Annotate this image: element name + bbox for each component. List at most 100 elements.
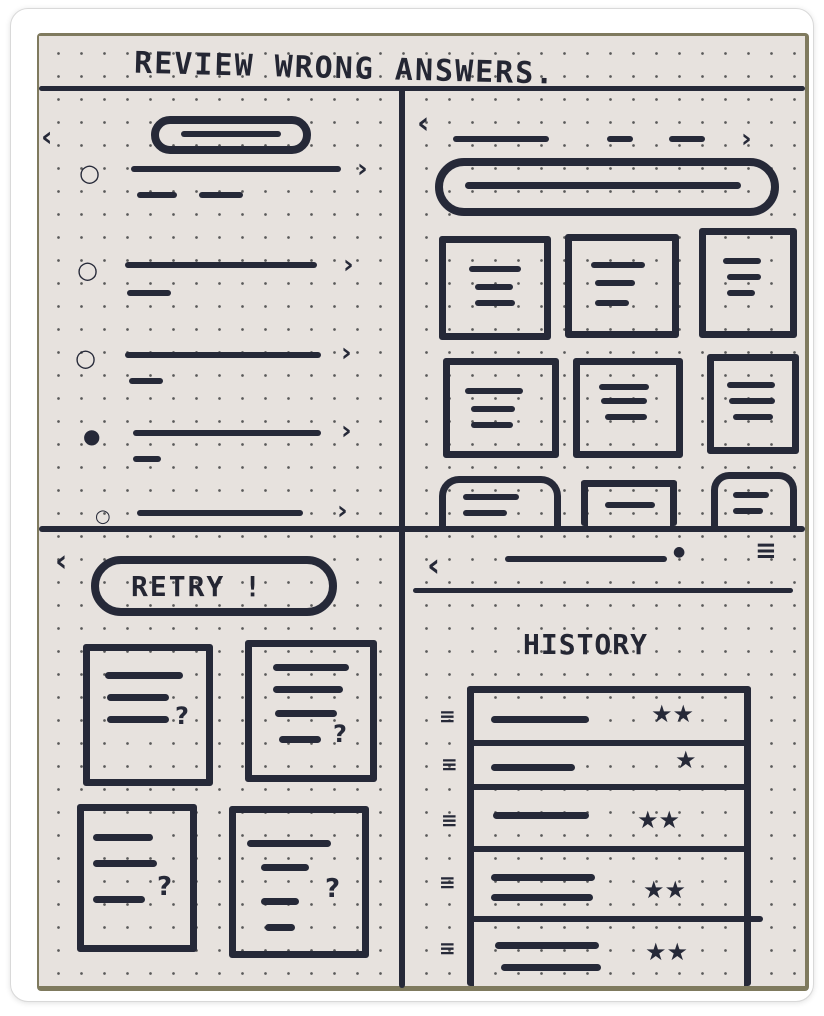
back-chevron-icon[interactable]: ‹ — [55, 544, 67, 579]
card-text-line — [733, 492, 769, 498]
history-title: HISTORY — [523, 628, 649, 661]
card-text-line — [463, 494, 519, 500]
card-text-line — [475, 284, 513, 290]
question-card-line — [279, 736, 321, 743]
history-row-divider — [471, 916, 763, 922]
row-handle-icon: ≡ — [439, 704, 456, 728]
header-dot-icon: ● — [673, 544, 686, 560]
question-card-line — [275, 710, 337, 717]
question-card-line — [261, 898, 299, 905]
question-mark-icon: ? — [175, 702, 189, 730]
history-row-line — [491, 894, 593, 901]
card-text-line — [601, 398, 647, 404]
question-card-line — [273, 686, 343, 693]
card-text-line — [471, 406, 515, 412]
history-table — [467, 686, 751, 986]
history-row-divider — [471, 740, 751, 746]
question-card-line — [105, 672, 183, 679]
question-card-line — [93, 860, 157, 867]
sketch-title: REVIEW WRONG ANSWERS. — [133, 45, 556, 92]
star-icon: ★ — [675, 746, 697, 774]
question-mark-icon: ? — [333, 720, 347, 748]
list-item-meta-line — [133, 456, 161, 462]
card-text-line — [463, 510, 507, 516]
question-card-line — [107, 716, 169, 723]
question-card-line — [261, 864, 309, 871]
list-item-meta-line — [137, 192, 177, 198]
question-card-line — [93, 896, 145, 903]
list-item-title-line — [131, 166, 341, 172]
card-text-line — [727, 290, 755, 296]
header-title-line — [505, 556, 667, 562]
next-chevron-icon[interactable]: › — [337, 496, 348, 526]
question-card[interactable] — [77, 804, 197, 952]
card-text-line — [605, 502, 655, 508]
card-text-line — [727, 274, 761, 280]
list-item-bullet-icon: ○ — [75, 344, 96, 372]
next-chevron-icon[interactable]: › — [357, 154, 368, 184]
next-chevron-icon[interactable]: › — [341, 416, 352, 446]
hamburger-menu-icon[interactable]: ≡ — [755, 536, 777, 566]
card[interactable] — [707, 354, 799, 454]
card-text-line — [591, 262, 645, 268]
list-item-meta-line — [199, 192, 243, 198]
history-row-line — [493, 812, 589, 819]
next-chevron-icon[interactable]: › — [341, 338, 352, 368]
row-handle-icon: ≡ — [439, 936, 456, 960]
retry-button-label: RETRY ! — [131, 570, 264, 603]
list-item-title-line — [125, 352, 321, 358]
star-icon: ★★ — [651, 700, 695, 728]
history-row-line — [501, 964, 601, 971]
next-chevron-icon[interactable]: › — [741, 124, 752, 154]
question-mark-icon: ? — [325, 874, 341, 904]
back-chevron-icon[interactable]: ‹ — [417, 106, 429, 141]
star-icon: ★★ — [643, 876, 687, 904]
title-divider — [39, 86, 805, 91]
history-row-line — [495, 942, 599, 949]
question-card-line — [107, 694, 169, 701]
card[interactable] — [439, 476, 561, 526]
question-card[interactable] — [83, 644, 213, 786]
list-item-bullet-icon: ● — [83, 424, 101, 448]
card[interactable] — [573, 358, 683, 458]
card-text-line — [723, 258, 761, 264]
card[interactable] — [699, 228, 797, 338]
list-item-meta-line — [129, 378, 163, 384]
back-chevron-icon[interactable]: ‹ — [427, 546, 440, 584]
card[interactable] — [711, 472, 797, 526]
next-chevron-icon[interactable]: › — [343, 250, 354, 280]
search-bar-text-line — [465, 182, 741, 189]
history-row-line — [491, 874, 595, 881]
row-handle-icon: ≡ — [441, 752, 458, 776]
breadcrumb-line — [453, 136, 549, 142]
question-mark-icon: ? — [157, 872, 173, 902]
card-text-line — [595, 280, 635, 286]
card-text-line — [727, 382, 775, 388]
star-icon: ★★ — [645, 938, 689, 966]
history-row-line — [491, 764, 575, 771]
horizontal-divider — [39, 526, 805, 532]
card-text-line — [595, 300, 629, 306]
list-item-title-line — [125, 262, 317, 268]
history-row-divider — [471, 846, 751, 852]
list-item-meta-line — [127, 290, 171, 296]
sketch-paper: REVIEW WRONG ANSWERS. ‹ ○ › ○ › ○ › ● › … — [39, 36, 805, 988]
sketch-photo: REVIEW WRONG ANSWERS. ‹ ○ › ○ › ○ › ● › … — [37, 33, 809, 991]
row-handle-icon: ≡ — [441, 808, 458, 832]
card-text-line — [471, 422, 513, 428]
card[interactable] — [565, 234, 679, 338]
list-item-bullet-icon: ○ — [79, 159, 100, 187]
card-text-line — [469, 266, 521, 272]
card-text-line — [605, 414, 647, 420]
list-item-title-line — [137, 510, 303, 516]
question-card[interactable] — [229, 806, 369, 958]
list-item-bullet-icon: ○ — [95, 506, 111, 527]
back-chevron-icon[interactable]: ‹ — [41, 120, 53, 153]
history-row-divider — [471, 784, 751, 790]
list-item-title-line — [133, 430, 321, 436]
question-card-line — [93, 834, 153, 841]
card-text-line — [729, 398, 775, 404]
vertical-divider — [399, 88, 405, 988]
list-header-pill-text — [181, 131, 281, 137]
row-handle-icon: ≡ — [439, 870, 456, 894]
